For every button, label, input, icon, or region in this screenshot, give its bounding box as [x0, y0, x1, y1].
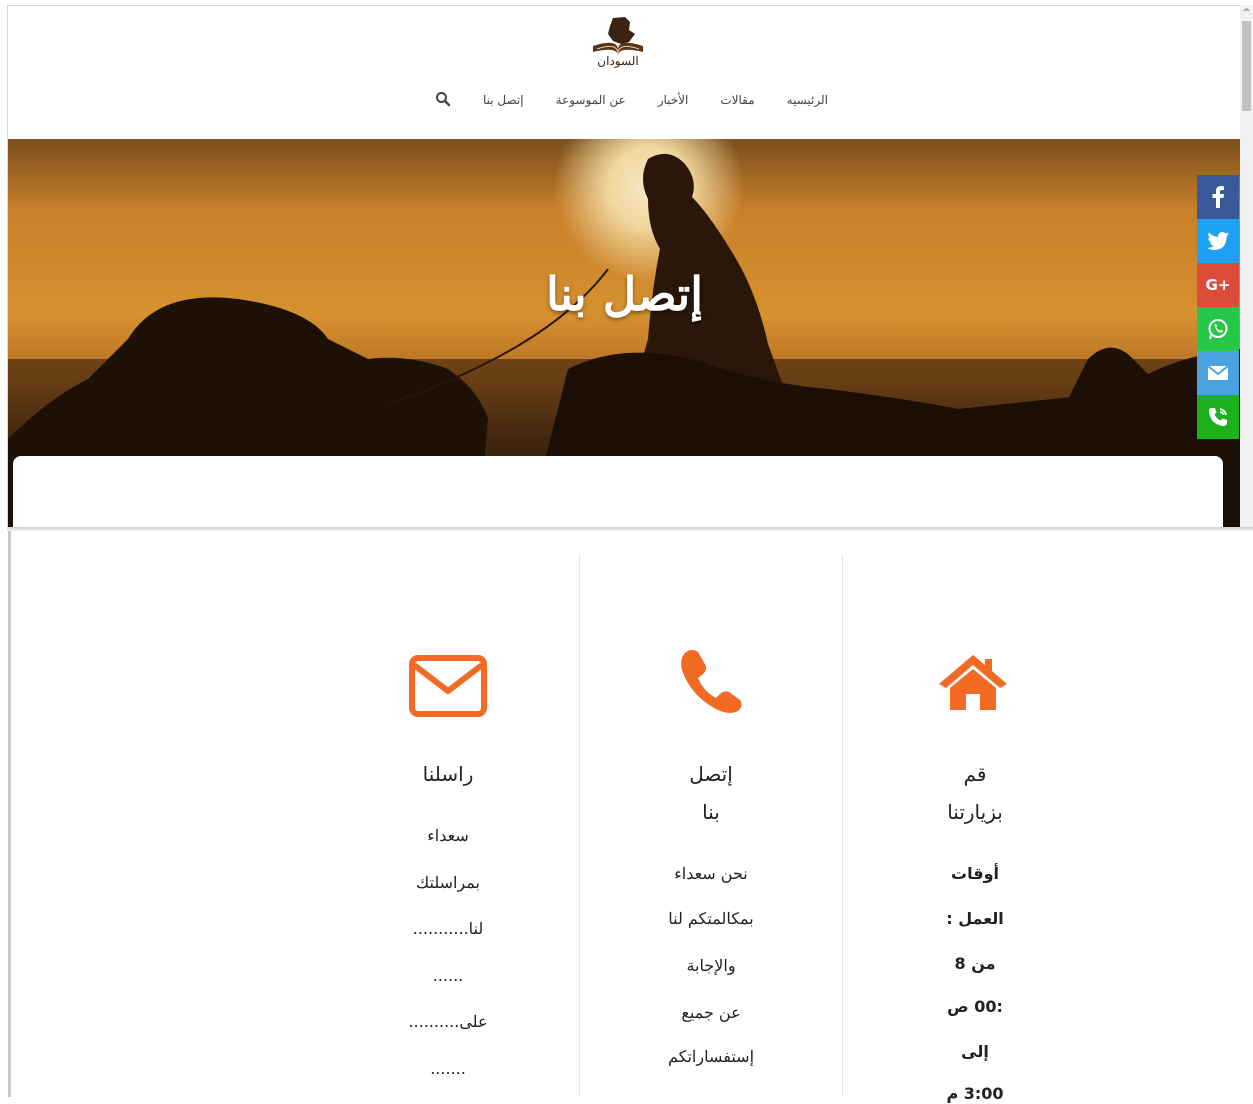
column-text: :00 ص	[947, 997, 1003, 1016]
column-title: راسلنا	[422, 762, 474, 786]
share-bar: G+	[1197, 175, 1239, 439]
column-text: بمكالمتكم لنا	[668, 909, 754, 928]
nav-item-news[interactable]: الأخبار	[658, 93, 689, 107]
left-border	[8, 531, 11, 1097]
column-text: 3:00 م	[946, 1084, 1004, 1103]
facebook-icon[interactable]	[1197, 175, 1239, 219]
page-top-frame: السودان الرئيسيه مقالات الأخبار عن الموس…	[7, 5, 1241, 528]
nav-item-contact[interactable]: إتصل بنا	[483, 93, 524, 107]
search-icon[interactable]	[435, 91, 451, 110]
column-text: .......	[430, 1059, 466, 1078]
column-text: ......	[432, 966, 464, 985]
google-plus-icon[interactable]: G+	[1197, 263, 1239, 307]
nav-item-home[interactable]: الرئيسيه	[787, 93, 828, 107]
email-icon[interactable]	[1197, 351, 1239, 395]
column-title: بزيارتنا	[947, 800, 1003, 824]
scroll-thumb[interactable]	[1242, 21, 1251, 111]
column-divider	[579, 555, 580, 1097]
nav-item-articles[interactable]: مقالات	[720, 93, 754, 107]
main-nav: الرئيسيه مقالات الأخبار عن الموسوعة إتصل…	[428, 88, 828, 112]
phone-icon	[678, 648, 744, 718]
column-text: إستفساراتكم	[667, 1047, 755, 1066]
column-text: سعداء	[427, 826, 469, 845]
column-divider	[842, 555, 843, 1097]
column-text: على..........	[408, 1012, 488, 1031]
column-title: إتصل	[689, 762, 733, 786]
logo-text: السودان	[597, 54, 639, 68]
page-title: إتصل بنا	[545, 267, 704, 321]
content-card-top	[13, 456, 1223, 528]
twitter-icon[interactable]	[1197, 219, 1239, 263]
whatsapp-icon[interactable]	[1197, 307, 1239, 351]
column-text: بمراسلتك	[416, 873, 480, 892]
column-title: بنا	[702, 800, 720, 824]
site-logo[interactable]: السودان	[583, 14, 653, 74]
column-text: والإجابة	[686, 956, 736, 975]
column-text: من 8	[954, 954, 996, 973]
column-text: لنا...........	[412, 919, 484, 938]
nav-item-about[interactable]: عن الموسوعة	[556, 93, 626, 107]
envelope-icon	[409, 655, 487, 721]
hero-banner: إتصل بنا	[8, 139, 1241, 528]
column-text: عن جميع	[681, 1003, 741, 1022]
column-text: العمل :	[946, 909, 1004, 928]
phone-icon[interactable]	[1197, 395, 1239, 439]
column-text: نحن سعداء	[674, 864, 748, 883]
section-divider	[7, 527, 1253, 531]
scroll-up-arrow-icon[interactable]: ^	[1240, 5, 1253, 21]
column-text: أوقات	[951, 864, 999, 883]
scrollbar[interactable]: ^	[1240, 5, 1253, 527]
column-text: إلى	[961, 1042, 989, 1061]
logo-map-book-icon	[593, 17, 643, 56]
column-title: قم	[963, 762, 987, 786]
home-icon	[936, 652, 1010, 716]
